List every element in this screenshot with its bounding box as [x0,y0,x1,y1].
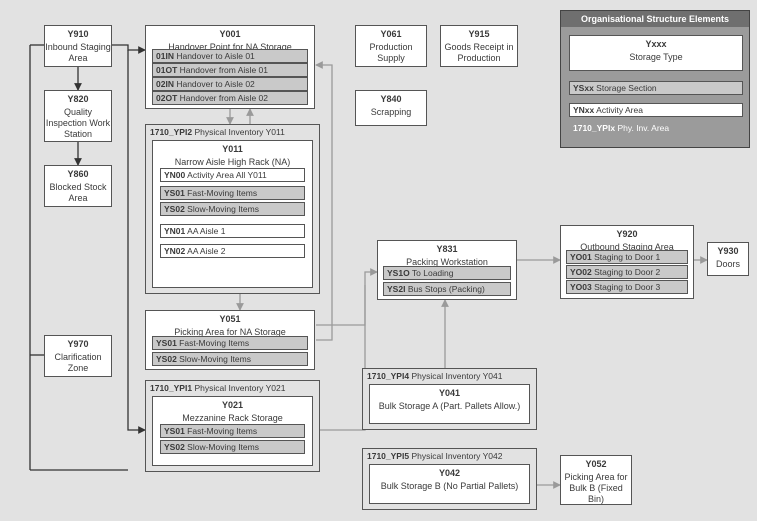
y920-line: YO03 Staging to Door 3 [566,280,688,294]
y021-line: YS01 Fast-Moving Items [160,424,305,438]
legend-activity-area: YNxx Activity Area [569,103,743,117]
y001-line: 02IN Handover to Aisle 02 [152,77,308,91]
y910-code: Y910 [67,29,88,39]
y860-code: Y860 [67,169,88,179]
y011-line: YS01 Fast-Moving Items [160,186,305,200]
y970-code: Y970 [67,339,88,349]
node-y820: Y820 Quality Inspection Work Station [44,90,112,142]
y920-line: YO01 Staging to Door 1 [566,250,688,264]
ypi4-title: 1710_YPI4 Physical Inventory Y041 [367,371,503,381]
node-y041: Y041 Bulk Storage A (Part. Pallets Allow… [369,384,530,424]
y011-line: YN00 Activity Area All Y011 [160,168,305,182]
y001-line: 01IN Handover to Aisle 01 [152,49,308,63]
y001-line: 01OT Handover from Aisle 01 [152,63,308,77]
legend-phy-inv: 1710_YPIx Phy. Inv. Area [573,123,669,133]
y860-label: Blocked Stock Area [45,182,111,204]
y920-line: YO02 Staging to Door 2 [566,265,688,279]
legend: Organisational Structure Elements Yxxx S… [560,10,750,148]
ypi5-title: 1710_YPI5 Physical Inventory Y042 [367,451,503,461]
y970-label: Clarification Zone [45,352,111,374]
y011-line: YS02 Slow-Moving Items [160,202,305,216]
y820-code: Y820 [67,94,88,104]
y001-code: Y001 [219,29,240,39]
node-y061: Y061 Production Supply [355,25,427,67]
y910-label: Inbound Staging Area [45,42,111,64]
node-y860: Y860 Blocked Stock Area [44,165,112,207]
node-y910: Y910 Inbound Staging Area [44,25,112,67]
node-y915: Y915 Goods Receipt in Production [440,25,518,67]
ypi2-title: 1710_YPI2 Physical Inventory Y011 [150,127,285,137]
y021-line: YS02 Slow-Moving Items [160,440,305,454]
y001-line: 02OT Handover from Aisle 02 [152,91,308,105]
ypi1-title: 1710_YPI1 Physical Inventory Y021 [150,383,286,393]
y051-line: YS01 Fast-Moving Items [152,336,308,350]
node-y052: Y052 Picking Area for Bulk B (Fixed Bin) [560,455,632,505]
y011-line: YN02 AA Aisle 2 [160,244,305,258]
node-y042: Y042 Bulk Storage B (No Partial Pallets) [369,464,530,504]
y831-line: YS1O To Loading [383,266,511,280]
node-y840: Y840 Scrapping [355,90,427,126]
y011-line: YN01 AA Aisle 1 [160,224,305,238]
y820-label: Quality Inspection Work Station [45,107,111,140]
legend-storage-section: YSxx Storage Section [569,81,743,95]
node-y930: Y930 Doors [707,242,749,276]
y831-line: YS2I Bus Stops (Packing) [383,282,511,296]
node-y970: Y970 Clarification Zone [44,335,112,377]
legend-storage-type: Yxxx Storage Type [569,35,743,71]
y051-line: YS02 Slow-Moving Items [152,352,308,366]
legend-header: Organisational Structure Elements [561,11,749,27]
